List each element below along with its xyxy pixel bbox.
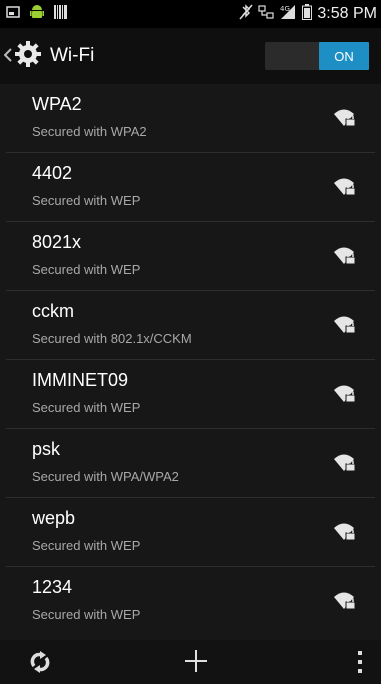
wifi-locked-icon	[333, 108, 357, 133]
network-list: WPA2 Secured with WPA2 4402 Secured with…	[0, 84, 381, 640]
add-icon[interactable]	[183, 648, 209, 679]
wifi-locked-icon	[333, 315, 357, 340]
bottom-action-bar	[0, 640, 381, 684]
barcode-icon	[54, 4, 68, 24]
network-ssid: wepb	[32, 508, 76, 528]
network-item[interactable]: wepb Secured with WEP	[6, 498, 375, 567]
page-title: Wi-Fi	[50, 45, 95, 66]
network-ssid: IMMINET09	[32, 370, 129, 390]
settings-gear-icon[interactable]	[14, 40, 42, 73]
overflow-menu-icon[interactable]	[357, 650, 363, 679]
wifi-locked-icon	[333, 522, 357, 547]
wifi-locked-icon	[333, 246, 357, 271]
android-icon	[30, 4, 44, 25]
network-ssid: cckm	[32, 301, 74, 321]
network-item[interactable]: 1234 Secured with WEP	[6, 567, 375, 636]
svg-text:4G: 4G	[280, 5, 290, 13]
network-item[interactable]: 8021x Secured with WEP	[6, 222, 375, 291]
refresh-icon[interactable]	[26, 648, 54, 681]
back-chevron-icon[interactable]	[3, 46, 12, 67]
wifi-locked-icon	[333, 384, 357, 409]
network-item[interactable]: IMMINET09 Secured with WEP	[6, 360, 375, 429]
network-security: Secured with WEP	[32, 607, 141, 622]
network-item[interactable]: WPA2 Secured with WPA2	[6, 84, 375, 153]
status-bar: 4G 3:58 PM	[0, 0, 381, 28]
network-security: Secured with WEP	[32, 400, 141, 415]
wifi-toggle-on-label: ON	[319, 42, 369, 70]
action-bar: Wi-Fi ON	[0, 28, 381, 84]
wifi-locked-icon	[333, 177, 357, 202]
network-ssid: 8021x	[32, 232, 82, 252]
network-ssid: psk	[32, 439, 61, 459]
network-icon	[258, 4, 275, 24]
network-item[interactable]: 4402 Secured with WEP	[6, 153, 375, 222]
network-security: Secured with 802.1x/CCKM	[32, 331, 192, 346]
battery-icon	[302, 3, 313, 25]
network-security: Secured with WEP	[32, 262, 141, 277]
signal-4g-icon: 4G	[279, 4, 297, 25]
network-item[interactable]: cckm Secured with 802.1x/CCKM	[6, 291, 375, 360]
network-security: Secured with WEP	[32, 538, 141, 553]
network-item[interactable]: psk Secured with WPA/WPA2	[6, 429, 375, 498]
bluetooth-off-icon	[239, 3, 253, 25]
status-time: 3:58 PM	[317, 5, 377, 22]
wifi-locked-icon	[333, 591, 357, 616]
wifi-toggle[interactable]: ON	[265, 42, 369, 70]
network-security: Secured with WPA2	[32, 124, 147, 139]
network-ssid: WPA2	[32, 94, 82, 114]
network-security: Secured with WEP	[32, 193, 141, 208]
network-ssid: 1234	[32, 577, 73, 597]
network-security: Secured with WPA/WPA2	[32, 469, 179, 484]
wifi-locked-icon	[333, 453, 357, 478]
screenshot-icon	[6, 5, 20, 23]
network-ssid: 4402	[32, 163, 73, 183]
